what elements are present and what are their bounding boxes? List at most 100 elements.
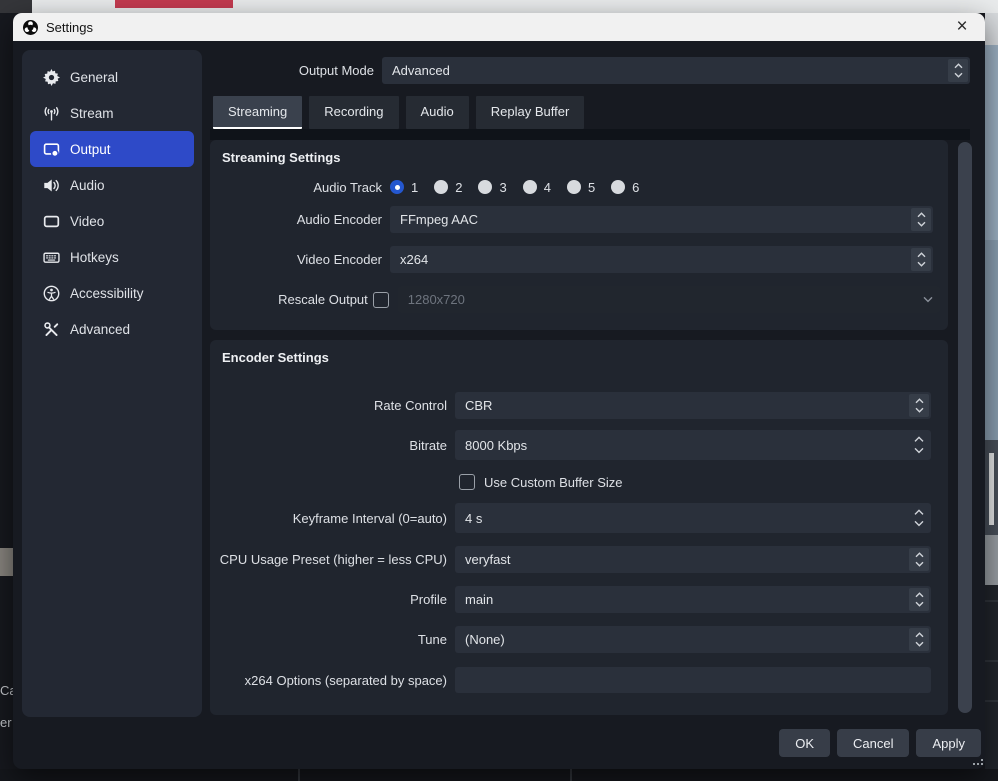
spinner-buttons[interactable]: [911, 208, 931, 231]
dropdown-arrow: [918, 288, 938, 311]
spinner-buttons[interactable]: [911, 248, 931, 271]
chevron-down-icon: [923, 296, 933, 303]
radio-dot: [390, 180, 404, 194]
spinner-buttons[interactable]: [909, 432, 929, 458]
keyframe-interval-spinbox[interactable]: 4 s: [455, 503, 931, 533]
chevron-down-icon: [915, 561, 924, 567]
audio-encoder-row: Audio Encoder FFmpeg AAC: [210, 206, 940, 233]
sidebar-item-label: Accessibility: [70, 286, 144, 301]
x264-options-row: x264 Options (separated by space): [210, 667, 940, 693]
tune-value: (None): [465, 632, 505, 647]
cancel-button[interactable]: Cancel: [837, 729, 909, 757]
sidebar-item-stream[interactable]: Stream: [30, 95, 194, 131]
sidebar-item-label: Stream: [70, 106, 114, 121]
tab-replay-buffer[interactable]: Replay Buffer: [476, 96, 585, 129]
tab-recording[interactable]: Recording: [309, 96, 398, 129]
chevron-down-icon: [917, 261, 926, 267]
keyframe-interval-label: Keyframe Interval (0=auto): [210, 511, 455, 526]
spinner-buttons[interactable]: [909, 548, 929, 571]
background-text-fragment: er: [0, 715, 13, 730]
radio-dot: [523, 180, 537, 194]
keyboard-icon: [43, 249, 60, 266]
tools-icon: [43, 321, 60, 338]
rate-control-select[interactable]: CBR: [455, 392, 931, 419]
audio-encoder-select[interactable]: FFmpeg AAC: [390, 206, 933, 233]
spinner-buttons[interactable]: [909, 628, 929, 651]
sidebar-item-audio[interactable]: Audio: [30, 167, 194, 203]
desktop-bottom-strip: [0, 769, 998, 781]
video-encoder-label: Video Encoder: [210, 252, 390, 267]
rescale-resolution-select[interactable]: 1280x720: [398, 286, 940, 313]
output-tabs: Streaming Recording Audio Replay Buffer: [213, 96, 584, 129]
radio-dot: [567, 180, 581, 194]
window-title: Settings: [46, 20, 93, 35]
output-mode-select[interactable]: Advanced: [382, 57, 970, 84]
output-mode-row: Output Mode Advanced: [210, 57, 970, 84]
x264-options-input[interactable]: [455, 667, 931, 693]
chevron-down-icon: [954, 72, 963, 78]
radio-label: 4: [544, 180, 551, 195]
audio-track-radio-5[interactable]: 5: [567, 180, 595, 195]
cpu-preset-select[interactable]: veryfast: [455, 546, 931, 573]
accessibility-icon: [43, 285, 60, 302]
tune-label: Tune: [210, 632, 455, 647]
cpu-preset-label: CPU Usage Preset (higher = less CPU): [210, 552, 455, 567]
audio-track-radio-group: 1 2 3 4 5 6: [390, 180, 639, 195]
chevron-up-icon: [915, 398, 924, 404]
rescale-resolution-value: 1280x720: [408, 292, 465, 307]
rate-control-label: Rate Control: [210, 398, 455, 413]
speaker-icon: [43, 177, 60, 194]
chevron-up-icon: [915, 632, 924, 638]
audio-track-radio-4[interactable]: 4: [523, 180, 551, 195]
sidebar: General Stream Output Audio: [22, 50, 202, 717]
streaming-settings-panel: Streaming Settings Audio Track 1 2 3 4 5…: [210, 140, 948, 330]
sidebar-item-accessibility[interactable]: Accessibility: [30, 275, 194, 311]
custom-buffer-checkbox[interactable]: [459, 474, 475, 490]
audio-track-radio-2[interactable]: 2: [434, 180, 462, 195]
sidebar-item-label: Video: [70, 214, 104, 229]
close-button[interactable]: ×: [947, 13, 977, 41]
dialog-footer: OK Cancel Apply: [779, 729, 981, 757]
audio-track-radio-3[interactable]: 3: [478, 180, 506, 195]
profile-label: Profile: [210, 592, 455, 607]
radio-label: 5: [588, 180, 595, 195]
spinner-buttons[interactable]: [909, 394, 929, 417]
audio-track-radio-1[interactable]: 1: [390, 180, 418, 195]
broadcast-icon: [43, 105, 60, 122]
sidebar-item-label: Hotkeys: [70, 250, 119, 265]
chevron-down-icon: [917, 221, 926, 227]
radio-label: 1: [411, 180, 418, 195]
audio-track-radio-6[interactable]: 6: [611, 180, 639, 195]
output-mode-value: Advanced: [392, 63, 450, 78]
video-encoder-row: Video Encoder x264: [210, 246, 940, 273]
chevron-down-icon: [914, 447, 924, 454]
custom-buffer-label: Use Custom Buffer Size: [484, 475, 622, 490]
video-encoder-select[interactable]: x264: [390, 246, 933, 273]
bitrate-spinbox[interactable]: 8000 Kbps: [455, 430, 931, 460]
radio-dot: [478, 180, 492, 194]
radio-label: 6: [632, 180, 639, 195]
sidebar-item-video[interactable]: Video: [30, 203, 194, 239]
rate-control-value: CBR: [465, 398, 492, 413]
spinner-buttons[interactable]: [948, 59, 968, 82]
sidebar-item-hotkeys[interactable]: Hotkeys: [30, 239, 194, 275]
tab-streaming[interactable]: Streaming: [213, 96, 302, 129]
vertical-scrollbar[interactable]: [958, 142, 972, 713]
chevron-down-icon: [915, 601, 924, 607]
apply-button[interactable]: Apply: [916, 729, 981, 757]
rescale-output-checkbox[interactable]: [373, 292, 389, 308]
sidebar-item-general[interactable]: General: [30, 59, 194, 95]
spinner-buttons[interactable]: [909, 588, 929, 611]
profile-row: Profile main: [210, 586, 940, 613]
profile-select[interactable]: main: [455, 586, 931, 613]
resize-grip[interactable]: [973, 755, 983, 765]
spinner-buttons[interactable]: [909, 505, 929, 531]
ok-button[interactable]: OK: [779, 729, 830, 757]
radio-dot: [434, 180, 448, 194]
sidebar-item-output[interactable]: Output: [30, 131, 194, 167]
sidebar-item-advanced[interactable]: Advanced: [30, 311, 194, 347]
tab-audio[interactable]: Audio: [406, 96, 469, 129]
titlebar[interactable]: Settings ×: [13, 13, 985, 41]
chevron-up-icon: [914, 509, 924, 516]
tune-select[interactable]: (None): [455, 626, 931, 653]
